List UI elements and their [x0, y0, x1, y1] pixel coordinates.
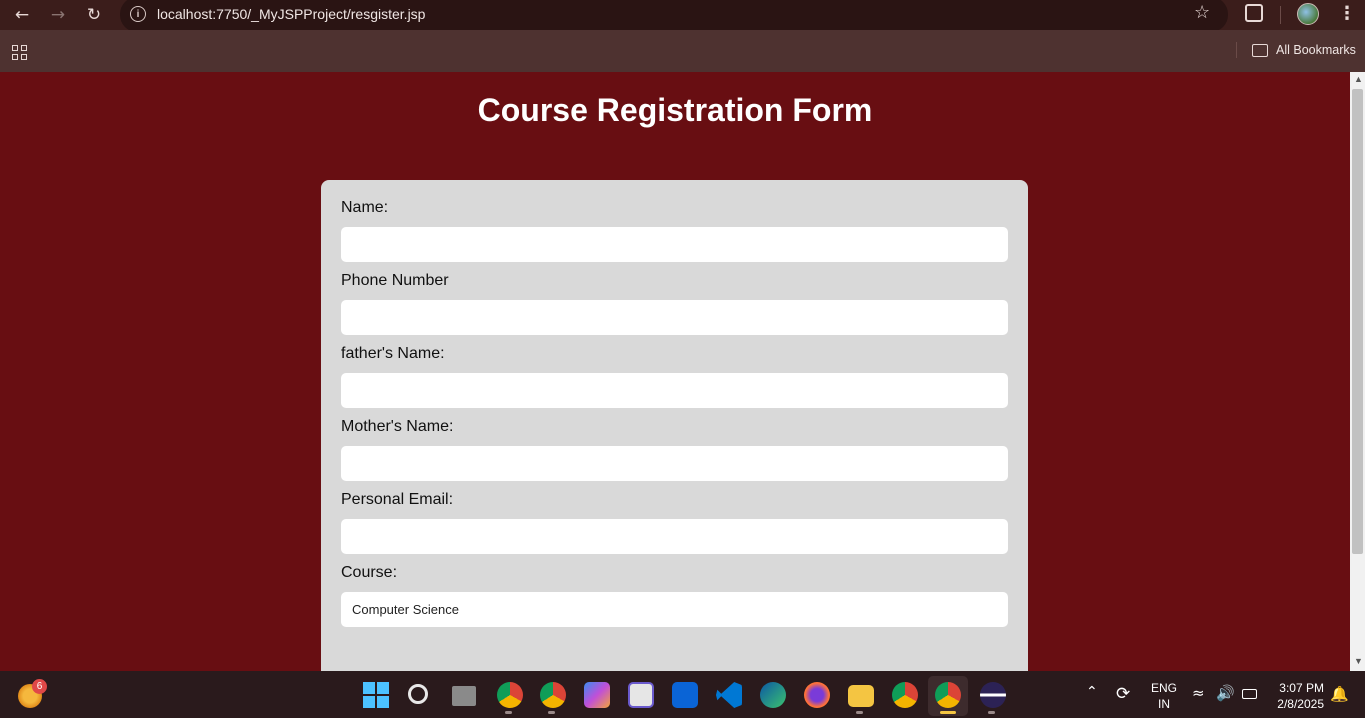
browser-menu-icon[interactable]: ⋮ [1338, 3, 1356, 24]
file-explorer-icon[interactable] [848, 685, 874, 707]
edge-icon[interactable] [760, 682, 786, 708]
sync-icon[interactable]: ⟳ [1116, 684, 1130, 704]
bookmarks-divider [1236, 42, 1237, 58]
forward-icon[interactable]: → [46, 3, 70, 27]
chrome-active-icon[interactable] [935, 682, 961, 708]
show-hidden-icons-chevron-icon[interactable]: ⌃ [1086, 684, 1098, 700]
running-indicator [988, 711, 995, 714]
clipchamp-icon[interactable] [628, 682, 654, 708]
running-indicator [505, 711, 512, 714]
scroll-up-arrow-icon[interactable]: ▲ [1354, 74, 1363, 84]
apps-grid-icon[interactable] [12, 45, 27, 60]
eclipse-icon[interactable] [980, 682, 1006, 708]
chrome-icon[interactable] [497, 682, 523, 708]
chrome-icon[interactable] [892, 682, 918, 708]
reload-icon[interactable]: ↻ [82, 3, 106, 27]
folder-icon [1252, 44, 1268, 57]
bookmark-star-icon[interactable]: ☆ [1194, 2, 1210, 23]
language-top[interactable]: ENG [1150, 681, 1178, 695]
windows-start-icon[interactable] [363, 682, 389, 708]
mother-name-input[interactable] [341, 446, 1008, 481]
course-label: Course: [341, 564, 398, 581]
battery-icon[interactable] [1242, 689, 1257, 699]
running-indicator [548, 711, 555, 714]
father-name-input[interactable] [341, 373, 1008, 408]
father-name-label: father's Name: [341, 345, 445, 362]
clock-date[interactable]: 2/8/2025 [1268, 697, 1324, 711]
phone-input[interactable] [341, 300, 1008, 335]
name-input[interactable] [341, 227, 1008, 262]
email-label: Personal Email: [341, 491, 454, 508]
search-icon[interactable] [408, 684, 428, 704]
course-select-value: Computer Science [352, 602, 459, 617]
clock-time[interactable]: 3:07 PM [1268, 681, 1324, 695]
email-input[interactable] [341, 519, 1008, 554]
running-indicator [856, 711, 863, 714]
mother-name-label: Mother's Name: [341, 418, 454, 435]
registration-form: Name: Phone Number father's Name: Mother… [321, 180, 1028, 671]
chrome-profile-icon[interactable] [540, 682, 566, 708]
name-label: Name: [341, 199, 389, 216]
url-text[interactable]: localhost:7750/_MyJSPProject/resgister.j… [157, 6, 425, 22]
copilot-icon[interactable] [584, 682, 610, 708]
course-select[interactable]: Computer Science [341, 592, 1008, 627]
notification-bell-icon[interactable]: 🔔 [1330, 685, 1349, 703]
back-icon[interactable]: ← [10, 3, 34, 27]
phone-label: Phone Number [341, 272, 449, 289]
active-indicator [940, 711, 956, 714]
page-content: Course Registration Form Name: Phone Num… [0, 72, 1350, 671]
site-info-icon[interactable]: i [130, 6, 146, 22]
wifi-icon[interactable]: ≈ [1192, 684, 1205, 702]
firefox-icon[interactable] [804, 682, 830, 708]
page-title: Course Registration Form [477, 92, 873, 128]
scrollbar-thumb[interactable] [1352, 89, 1363, 554]
volume-icon[interactable]: 🔊 [1216, 684, 1235, 702]
weather-badge: 6 [32, 679, 47, 694]
language-bottom[interactable]: IN [1150, 697, 1178, 711]
outlook-icon[interactable] [672, 682, 698, 708]
bookmarks-bar [0, 30, 1365, 72]
toolbar-divider [1280, 6, 1281, 24]
task-view-icon[interactable] [452, 686, 476, 706]
extensions-icon[interactable] [1245, 4, 1263, 22]
all-bookmarks-link[interactable]: All Bookmarks [1276, 43, 1356, 57]
profile-avatar[interactable] [1297, 3, 1319, 25]
scroll-down-arrow-icon[interactable]: ▼ [1354, 656, 1363, 666]
